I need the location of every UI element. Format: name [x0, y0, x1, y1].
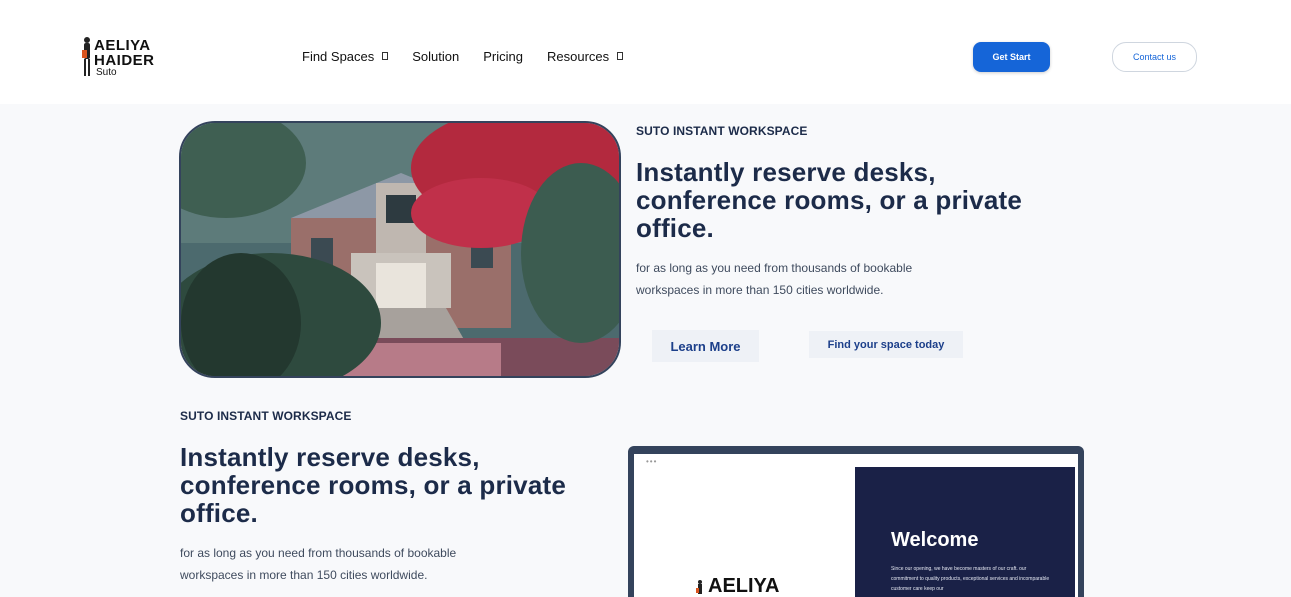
hero1-paragraph-line1: for as long as you need from thousands o… [636, 261, 913, 275]
hero2-paragraph-line2: workspaces in more than 150 cities world… [180, 568, 428, 582]
learn-more-button[interactable]: Learn More [652, 330, 759, 362]
nav-item-find-spaces[interactable]: Find Spaces [302, 48, 389, 64]
laptop-welcome-panel: Welcome Since our opening, we have becom… [855, 467, 1075, 597]
main-nav: Find Spaces Solution Pricing Resources [302, 47, 647, 65]
hero2-headline-line1: Instantly reserve desks, [180, 442, 480, 472]
laptop-screen: ••• AELIYA Welcome Since our opening, we… [634, 454, 1078, 597]
dropdown-icon [382, 52, 389, 60]
laptop-left-panel: AELIYA [634, 467, 855, 597]
hero2-headline-line2: conference rooms, or a private [180, 470, 567, 500]
nav-item-label: Pricing [483, 48, 523, 64]
welcome-heading: Welcome [891, 529, 979, 551]
nav-item-label: Resources [547, 48, 610, 64]
window-dots-icon: ••• [646, 457, 658, 466]
welcome-text: Since our opening, we have become master… [891, 566, 1050, 592]
find-space-button[interactable]: Find your space today [809, 331, 963, 358]
hero-house-image [179, 121, 621, 378]
hero1-eyebrow: SUTO INSTANT WORKSPACE [636, 124, 808, 138]
person-figure-icon [696, 580, 702, 594]
hero1-headline-line1: Instantly reserve desks, [636, 157, 936, 187]
hero1-paragraph-line2: workspaces in more than 150 cities world… [636, 283, 884, 297]
nav-item-label: Find Spaces [302, 48, 375, 64]
house-illustration [181, 123, 619, 376]
nav-item-pricing[interactable]: Pricing [483, 49, 523, 64]
nav-item-solution[interactable]: Solution [412, 49, 459, 64]
site-header: AELIYA HAIDER Suto Find Spaces Solution … [0, 0, 1291, 104]
nav-item-label: Solution [412, 48, 460, 64]
get-start-button[interactable]: Get Start [973, 42, 1050, 72]
laptop-brand-logo: AELIYA [708, 575, 780, 597]
contact-us-button[interactable]: Contact us [1112, 42, 1197, 72]
dropdown-icon [617, 52, 624, 60]
hero2-headline-line3: office. [180, 498, 258, 528]
person-figure-icon [82, 37, 90, 76]
hero1-headline-line3: office. [636, 213, 714, 243]
hero2-eyebrow: SUTO INSTANT WORKSPACE [180, 409, 352, 423]
hero1-headline-line2: conference rooms, or a private [636, 185, 1023, 215]
nav-item-resources[interactable]: Resources [547, 48, 624, 64]
laptop-mockup: ••• AELIYA Welcome Since our opening, we… [628, 446, 1084, 597]
brand-sub: Suto [96, 67, 117, 78]
brand-logo[interactable]: AELIYA HAIDER Suto [81, 36, 171, 82]
hero2-paragraph-line1: for as long as you need from thousands o… [180, 546, 457, 560]
